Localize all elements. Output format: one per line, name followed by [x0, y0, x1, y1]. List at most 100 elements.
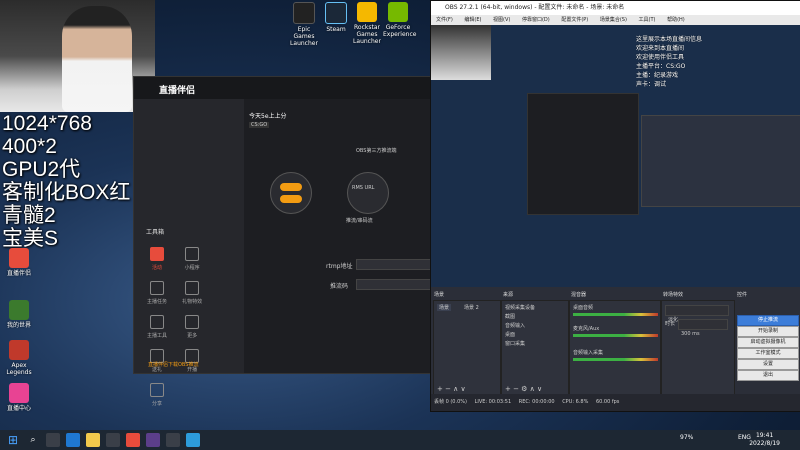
studio-mode-button[interactable]: 工作室模式 — [737, 348, 799, 359]
info-line: 欢迎使用伴侣工具 — [636, 54, 685, 61]
rtmp-address-field[interactable] — [356, 259, 432, 270]
desktop-icon-2[interactable]: 我的世界 — [4, 300, 34, 329]
start-recording-button[interactable]: 开始录制 — [737, 326, 799, 337]
sources-dock-header: 来源 — [503, 292, 514, 298]
task-view-icon[interactable] — [46, 433, 60, 447]
streaming-app-taskbar-icon[interactable] — [126, 433, 140, 447]
source-item[interactable]: 窗口采集 — [505, 340, 525, 347]
obs-taskbar-icon[interactable] — [146, 433, 160, 447]
transitions-dock-header: 转场特效 — [663, 292, 684, 298]
desktop-icon-label: 我的世界 — [6, 322, 31, 329]
tool-item[interactable]: 主播任务 — [142, 277, 172, 311]
tool-label: 活动 — [151, 265, 162, 271]
tool-item[interactable]: 礼物特效 — [177, 277, 207, 311]
tool-label: 小程序 — [184, 265, 200, 271]
desktop-icon-label: 直播伴侣 — [6, 270, 31, 277]
taskbar-app-icon[interactable] — [186, 433, 200, 447]
menu-view[interactable]: 视图(V) — [493, 17, 510, 23]
desktop-icon-label: Rockstar Games Launcher — [353, 24, 381, 45]
desktop-icon-epic[interactable]: Epic Games Launcher — [289, 2, 319, 47]
scenes-dock: 场景 场景 2 + − ∧ ∨ — [433, 300, 501, 396]
webcam-feed — [0, 0, 155, 112]
info-line: 主播：纪录游戏 — [636, 72, 679, 79]
source-item[interactable]: 截图 — [505, 313, 515, 320]
settings-button[interactable]: 设置 — [737, 359, 799, 370]
desktop-icon-4[interactable]: 直播中心 — [4, 383, 34, 412]
mixer-track-label: 音频输入采集 — [573, 350, 604, 356]
mixer-track-label: 麦克风/Aux — [573, 326, 600, 332]
menu-scene-collection[interactable]: 场景集合(S) — [600, 17, 627, 23]
mixer-meter — [573, 334, 658, 337]
scene-item[interactable]: 场景 — [437, 304, 452, 311]
taskbar-app-icon[interactable] — [106, 433, 120, 447]
mixer-meter — [573, 358, 658, 361]
step-one-circle — [270, 172, 312, 214]
edge-browser-icon[interactable] — [66, 433, 80, 447]
battery-indicator[interactable]: 97% — [680, 434, 693, 441]
steam-icon — [325, 2, 347, 24]
status-rec: REC: 00:00:00 — [518, 399, 555, 405]
tool-label: 主播任务 — [146, 299, 167, 305]
desktop-icon-3[interactable]: Apex Legends — [4, 340, 34, 376]
mixer-dock: 桌面音频 麦克风/Aux 音频输入采集 — [569, 300, 661, 396]
desktop-icon-label: Epic Games Launcher — [290, 26, 318, 47]
source-item[interactable]: 桌面 — [505, 331, 515, 338]
file-explorer-icon[interactable] — [86, 433, 100, 447]
status-cpu: CPU: 6.8% — [562, 399, 589, 405]
obs-statusbar: 丢帧 0 (0.0%) LIVE: 00:03:51 REC: 00:00:00… — [431, 394, 800, 411]
step-one-button-2[interactable] — [280, 195, 302, 203]
rockstar-icon — [357, 2, 377, 22]
source-add-button[interactable]: + − ⚙ ∧ ∨ — [505, 385, 542, 393]
tool-item[interactable]: 分享 — [142, 379, 172, 413]
app-topbar: 直播伴侣 — [134, 77, 434, 99]
tool-item[interactable]: 小程序 — [177, 243, 207, 277]
tool-item[interactable]: 主播工具 — [142, 311, 172, 345]
virtual-camera-button[interactable]: 启动虚拟摄像机 — [737, 337, 799, 348]
category-badge[interactable]: CS:GO — [249, 122, 270, 128]
tool-item[interactable]: 活动 — [142, 243, 172, 277]
taskbar-app-icon[interactable] — [166, 433, 180, 447]
tool-label: 更多 — [187, 333, 198, 339]
preview-webcam — [431, 25, 491, 80]
obs-title: OBS 27.2.1 (64-bit, windows) - 配置文件: 未命名… — [431, 1, 800, 15]
obs-window: OBS 27.2.1 (64-bit, windows) - 配置文件: 未命名… — [430, 0, 800, 412]
status-live: LIVE: 00:03:51 — [474, 399, 512, 405]
clock[interactable]: 19:41 2022/8/19 — [749, 432, 780, 448]
taskbar: ⊞ ⌕ 97% ENG 19:41 2022/8/19 — [0, 430, 800, 450]
menu-edit[interactable]: 编辑(E) — [464, 17, 481, 23]
menu-profile[interactable]: 配置文件(P) — [561, 17, 588, 23]
step-two-sub: 推流/串码流 — [346, 218, 373, 224]
scene-item[interactable]: 场景 2 — [464, 304, 479, 311]
scene-add-button[interactable]: + − ∧ ∨ — [437, 385, 466, 393]
transition-select[interactable]: 淡化 — [665, 305, 729, 323]
stream-key-field[interactable] — [356, 279, 432, 290]
preview-info-text: 这里展示本场直播间信息 欢迎来到本直播间 欢迎使用伴侣工具 主播平台：CS:GO… — [636, 35, 702, 89]
desktop-icon-label: Apex Legends — [6, 362, 32, 376]
menu-help[interactable]: 帮助(H) — [667, 17, 685, 23]
step-one-button[interactable] — [280, 183, 302, 191]
tool-icon — [150, 281, 164, 295]
info-line: 声卡：调试 — [636, 81, 667, 88]
desktop-icon-geforce[interactable]: GeForce Experience — [383, 2, 416, 38]
desktop-icon-label: 直播中心 — [6, 405, 31, 412]
menu-docks[interactable]: 停靠窗口(D) — [522, 17, 550, 23]
streamer-figure — [62, 6, 132, 112]
controls-dock-header: 控件 — [737, 292, 748, 298]
footer-note: 直播伴侣下载OBS推流 — [148, 362, 199, 368]
menu-tools[interactable]: 工具(T) — [639, 17, 656, 23]
stop-streaming-button[interactable]: 停止推流 — [737, 315, 799, 326]
step-two-circle: RMS URL — [347, 172, 389, 214]
desktop-icon-steam[interactable]: Steam — [321, 2, 351, 33]
source-item[interactable]: 视频采集设备 — [505, 304, 535, 311]
duration-input[interactable]: 300 ms — [678, 319, 728, 337]
tool-item[interactable]: 更多 — [177, 311, 207, 345]
menu-file[interactable]: 文件(F) — [436, 17, 453, 23]
search-icon[interactable]: ⌕ — [26, 433, 40, 447]
obs-preview[interactable]: 这里展示本场直播间信息 欢迎来到本直播间 欢迎使用伴侣工具 主播平台：CS:GO… — [431, 25, 800, 287]
exit-button[interactable]: 退出 — [737, 370, 799, 381]
desktop-icon-1[interactable]: 直播伴侣 — [4, 248, 34, 277]
desktop-icon-rockstar[interactable]: Rockstar Games Launcher — [352, 2, 382, 45]
source-item[interactable]: 音频输入 — [505, 322, 525, 329]
windows-start-icon[interactable]: ⊞ — [6, 433, 20, 447]
desktop-icon-label: Steam — [326, 26, 346, 33]
